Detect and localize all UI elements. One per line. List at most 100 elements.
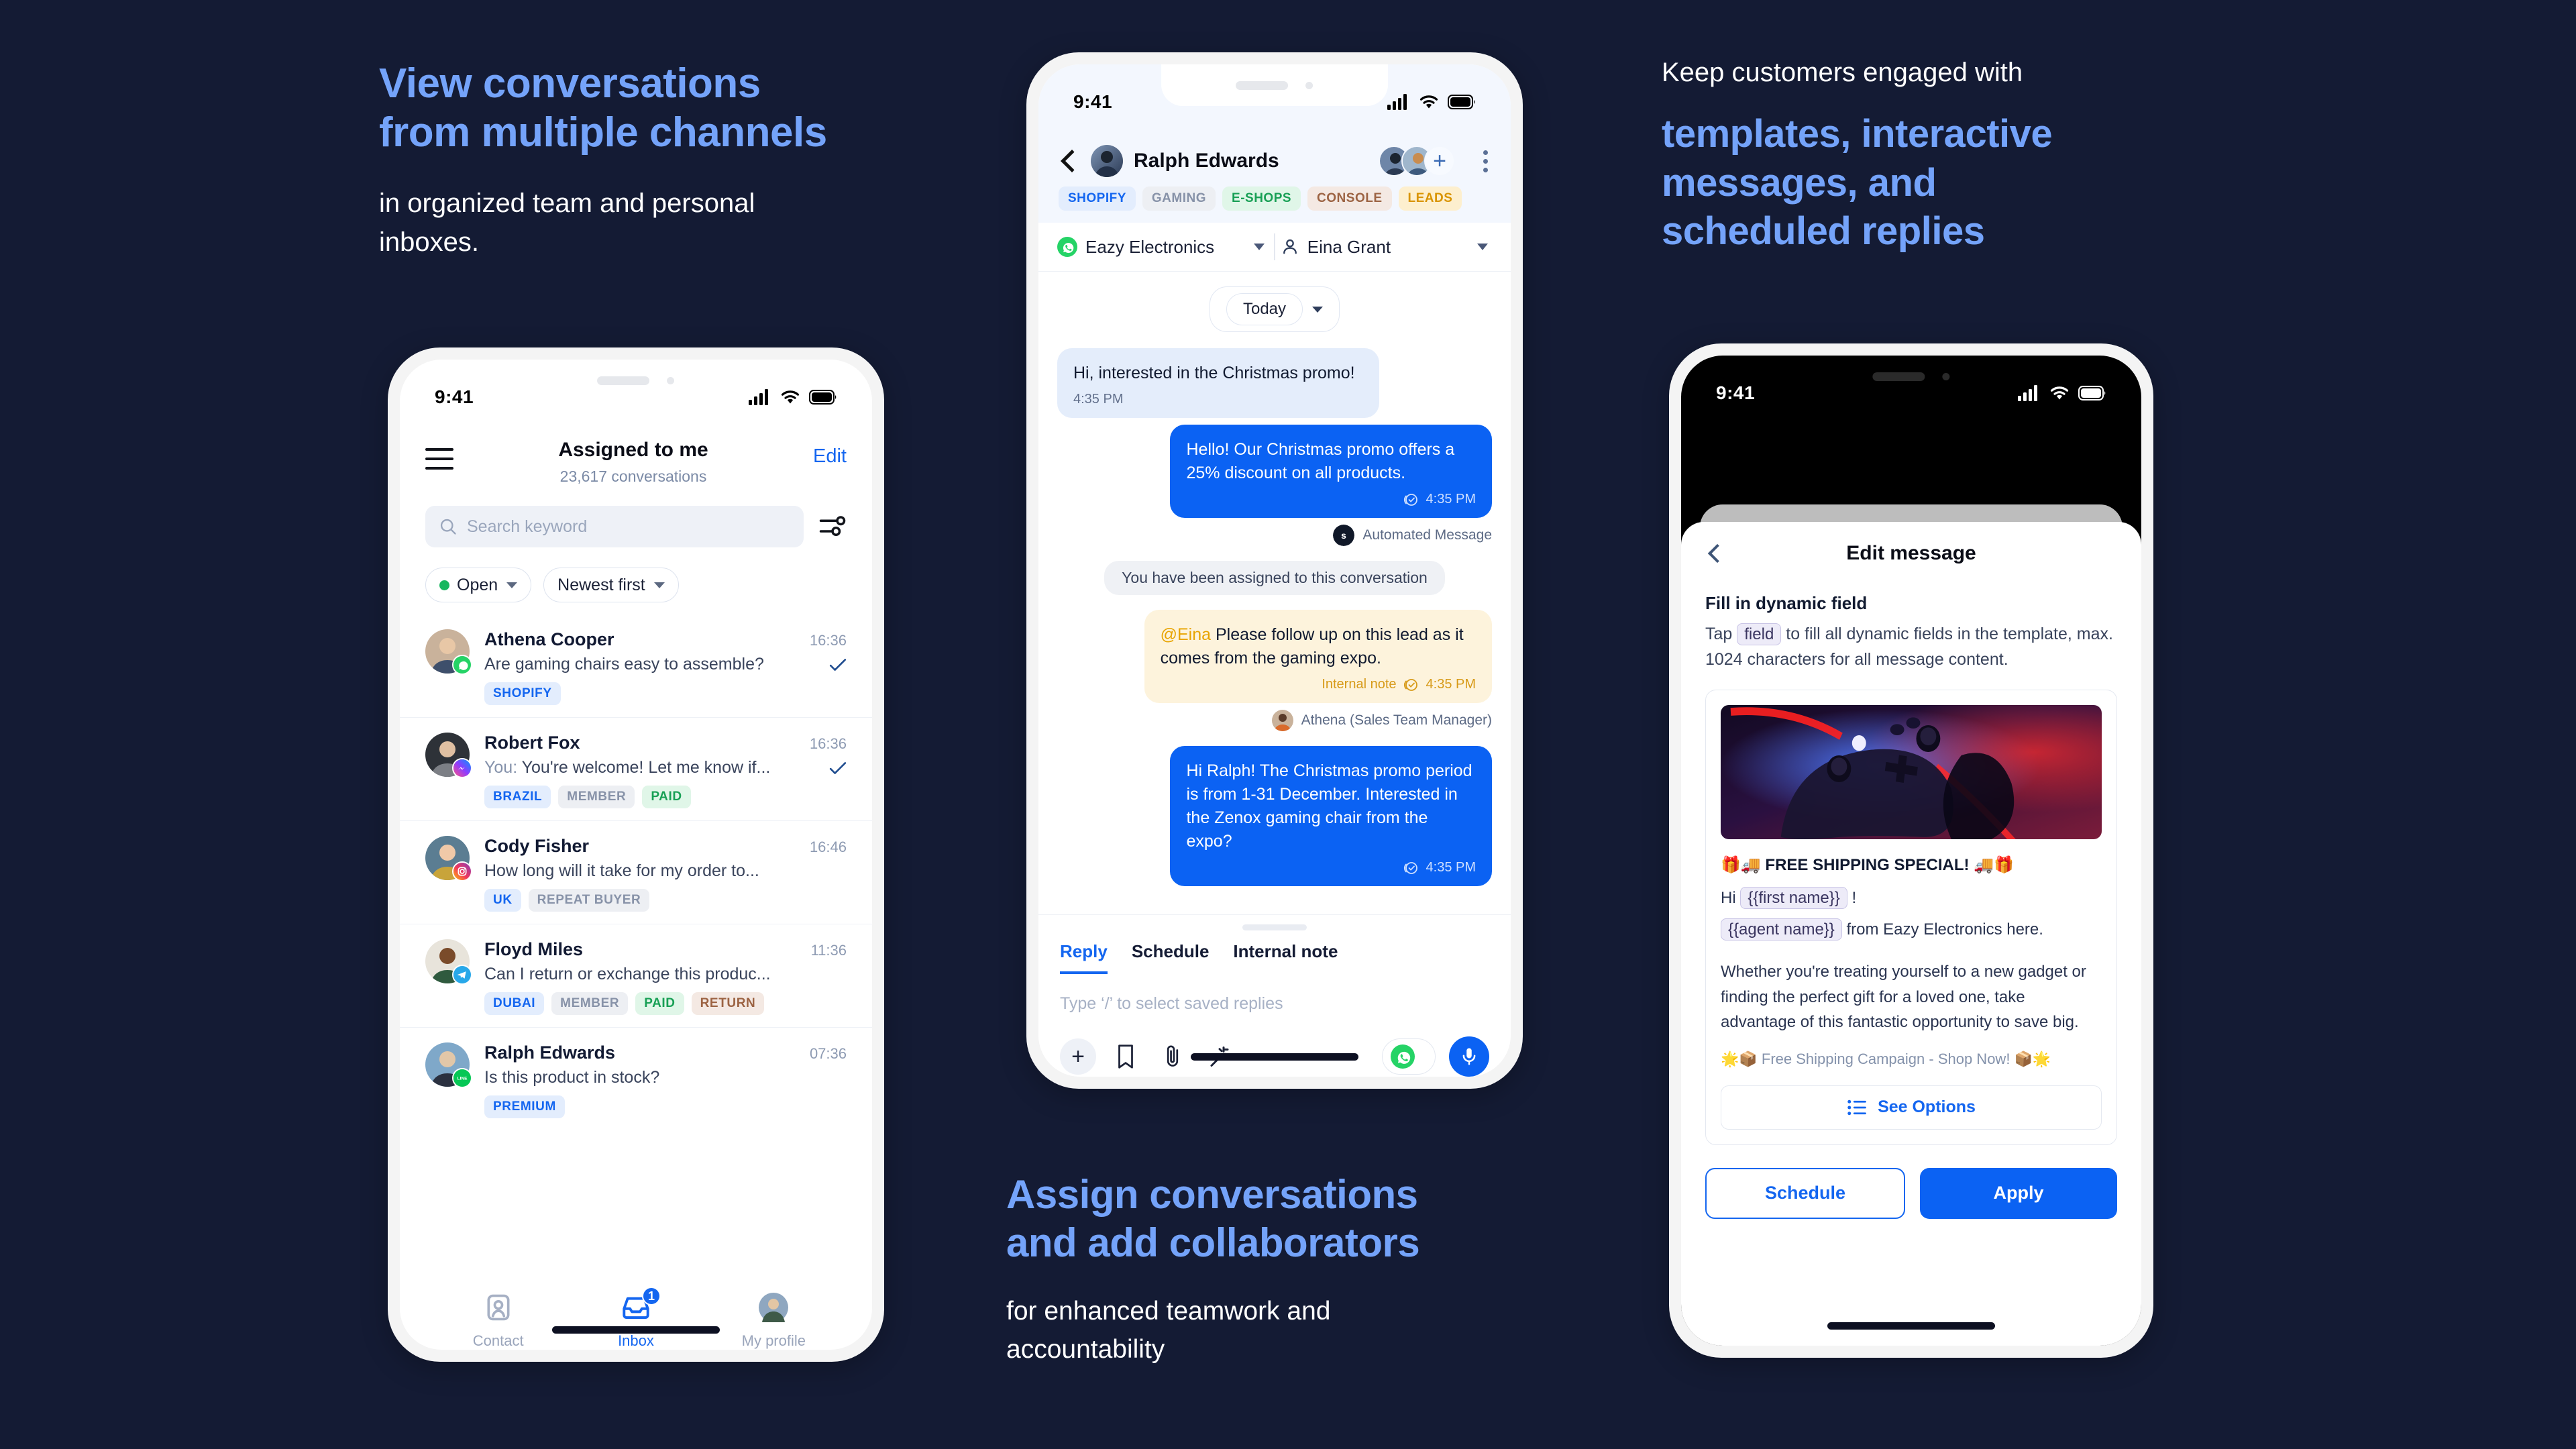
conversation-tag[interactable]: E-SHOPS: [1222, 186, 1301, 211]
conversation-row[interactable]: Cody Fisher 16:46 How long will it take fo…: [400, 821, 872, 924]
conversation-tag[interactable]: CONSOLE: [1307, 186, 1392, 211]
message-thread[interactable]: Today Hi, interested in the Christmas pr…: [1038, 272, 1511, 914]
filter-chip-sort-label: Newest first: [557, 575, 645, 594]
message-time: 4:35 PM: [1426, 492, 1476, 506]
divider: [1274, 233, 1275, 260]
system-message-text: You have been assigned to this conversat…: [1104, 561, 1445, 595]
avatar: [425, 629, 472, 675]
template-preview-card: 🎁🚚 FREE SHIPPING SPECIAL! 🚚🎁 Hi {{first …: [1705, 690, 2117, 1145]
edit-button[interactable]: Edit: [813, 445, 847, 468]
dynamic-field-chip[interactable]: field: [1737, 623, 1782, 645]
channel-switcher[interactable]: [1382, 1038, 1436, 1075]
conversation-tag: RETURN: [691, 992, 765, 1015]
conversation-tag[interactable]: GAMING: [1142, 186, 1216, 211]
filter-chip-sort[interactable]: Newest first: [543, 568, 679, 602]
phone-conversation: 9:41 Ralph Edwards + SHOPIFY GAMING E-SH…: [1026, 52, 1523, 1089]
assignee-select[interactable]: Eina Grant: [1281, 237, 1492, 258]
conversation-list[interactable]: Athena Cooper 16:36 Are gaming chairs easy…: [400, 614, 872, 1281]
battery-icon: [809, 390, 837, 405]
drag-handle[interactable]: [1242, 924, 1307, 930]
message-composer: Reply Schedule Internal note Type ‘/’ to s…: [1038, 914, 1511, 1077]
copy-right-sub: Keep customers engaged with: [1662, 58, 2023, 87]
back-chevron-icon[interactable]: [1061, 150, 1083, 172]
avatar: [425, 939, 472, 985]
composer-tab-schedule[interactable]: Schedule: [1132, 941, 1210, 974]
conversation-tag[interactable]: LEADS: [1398, 186, 1462, 211]
composer-tabs[interactable]: Reply Schedule Internal note: [1060, 941, 1489, 974]
bottom-tab-bar[interactable]: Contact 1 Inbox My profile: [400, 1281, 872, 1350]
hamburger-icon[interactable]: [425, 448, 453, 470]
microphone-icon[interactable]: [1449, 1036, 1489, 1077]
status-time: 9:41: [1716, 382, 1756, 403]
conversation-tags: BRAZIL MEMBER PAID: [484, 786, 847, 808]
avatar-icon: [759, 1293, 789, 1326]
conversation-tags: DUBAI MEMBER PAID RETURN: [484, 992, 847, 1015]
message-bubble-out[interactable]: Hi Ralph! The Christmas promo period is …: [1170, 746, 1492, 886]
conversation-name: Cody Fisher: [484, 836, 590, 856]
search-placeholder: Search keyword: [467, 517, 588, 536]
conversation-tag: PREMIUM: [484, 1095, 565, 1118]
instruction-text: Tap field to fill all dynamic fields in …: [1705, 622, 2117, 672]
sender-name: Athena (Sales Team Manager): [1301, 712, 1492, 728]
copy-left-sub: in organized team and personal inboxes.: [379, 189, 755, 258]
conversation-preview: How long will it take for my order to...: [484, 861, 759, 880]
home-indicator: [1827, 1322, 1995, 1330]
agent-name-chip[interactable]: {{agent name}}: [1721, 918, 1842, 941]
paperclip-icon[interactable]: [1158, 1042, 1187, 1071]
plus-icon[interactable]: +: [1060, 1038, 1096, 1075]
edit-message-sheet: Edit message Fill in dynamic field Tap f…: [1681, 522, 2141, 1346]
tab-my-profile[interactable]: My profile: [723, 1293, 824, 1350]
search-input[interactable]: Search keyword: [425, 506, 804, 547]
collaborator-avatars[interactable]: +: [1379, 146, 1455, 176]
wifi-icon: [1419, 95, 1438, 109]
whatsapp-icon: [1057, 237, 1077, 257]
badge-count: 1: [641, 1287, 661, 1305]
conversation-row[interactable]: Robert Fox 16:36 You: You're welcome! Let …: [400, 718, 872, 821]
conversation-preview: Are gaming chairs easy to assemble?: [484, 655, 764, 674]
message-bubble-out[interactable]: Hello! Our Christmas promo offers a 25% …: [1170, 425, 1492, 518]
composer-tab-internal-note[interactable]: Internal note: [1233, 941, 1338, 974]
tab-inbox[interactable]: 1 Inbox: [586, 1287, 686, 1350]
conversation-tags: SHOPIFY: [484, 682, 847, 705]
instruction-before: Tap: [1705, 625, 1733, 643]
first-name-chip[interactable]: {{first name}}: [1740, 887, 1847, 909]
conversation-row[interactable]: LINE Ralph Edwards 07:36 Is this product in…: [400, 1028, 872, 1130]
add-collaborator-button[interactable]: +: [1424, 146, 1455, 176]
filter-sliders-icon[interactable]: [818, 513, 847, 541]
greeting-after: !: [1851, 889, 1857, 907]
kebab-menu-icon[interactable]: [1481, 148, 1491, 175]
filter-chip-status-label: Open: [457, 575, 498, 594]
schedule-button[interactable]: Schedule: [1705, 1167, 1905, 1219]
sender-avatar: [1271, 710, 1293, 731]
see-options-button[interactable]: See Options: [1721, 1085, 2102, 1130]
message-bubble-note[interactable]: @Eina Please follow up on this lead as i…: [1144, 610, 1492, 703]
tab-contact[interactable]: Contact: [448, 1293, 549, 1350]
message-text: Hi, interested in the Christmas promo!: [1073, 364, 1355, 382]
apply-button[interactable]: Apply: [1920, 1167, 2117, 1219]
bookmark-icon[interactable]: [1111, 1042, 1140, 1071]
line-icon: LINE: [452, 1068, 472, 1088]
sheet-action-row: Schedule Apply: [1705, 1167, 2117, 1219]
message-bubble-in[interactable]: Hi, interested in the Christmas promo! 4:…: [1057, 348, 1379, 418]
message-meta: Internal note 4:35 PM: [1161, 677, 1476, 692]
composer-input[interactable]: Type ‘/’ to select saved replies: [1060, 994, 1489, 1014]
tab-label: My profile: [741, 1332, 806, 1349]
day-divider[interactable]: Today: [1057, 286, 1492, 332]
cellular-signal-icon: [1387, 94, 1407, 110]
conversation-tag[interactable]: SHOPIFY: [1059, 186, 1136, 211]
conversation-row[interactable]: Floyd Miles 11:36 Can I return or exchange…: [400, 924, 872, 1028]
svg-text:s: s: [1341, 530, 1346, 541]
channel-assignee-row: Eazy Electronics Eina Grant: [1038, 223, 1511, 272]
avatar: [425, 836, 472, 881]
speaker-grille: [597, 376, 650, 385]
internal-note-label: Internal note: [1322, 677, 1397, 692]
svg-text:LINE: LINE: [458, 1076, 468, 1081]
channel-select[interactable]: Eazy Electronics: [1057, 237, 1269, 258]
front-camera: [1305, 81, 1313, 89]
game-controller-photo: [1721, 705, 2102, 839]
composer-tab-reply[interactable]: Reply: [1060, 941, 1108, 974]
filter-chip-status[interactable]: Open: [425, 568, 532, 602]
conversation-tag: PAID: [642, 786, 691, 808]
conversation-row[interactable]: Athena Cooper 16:36 Are gaming chairs easy…: [400, 614, 872, 718]
mention[interactable]: @Eina: [1161, 625, 1211, 644]
